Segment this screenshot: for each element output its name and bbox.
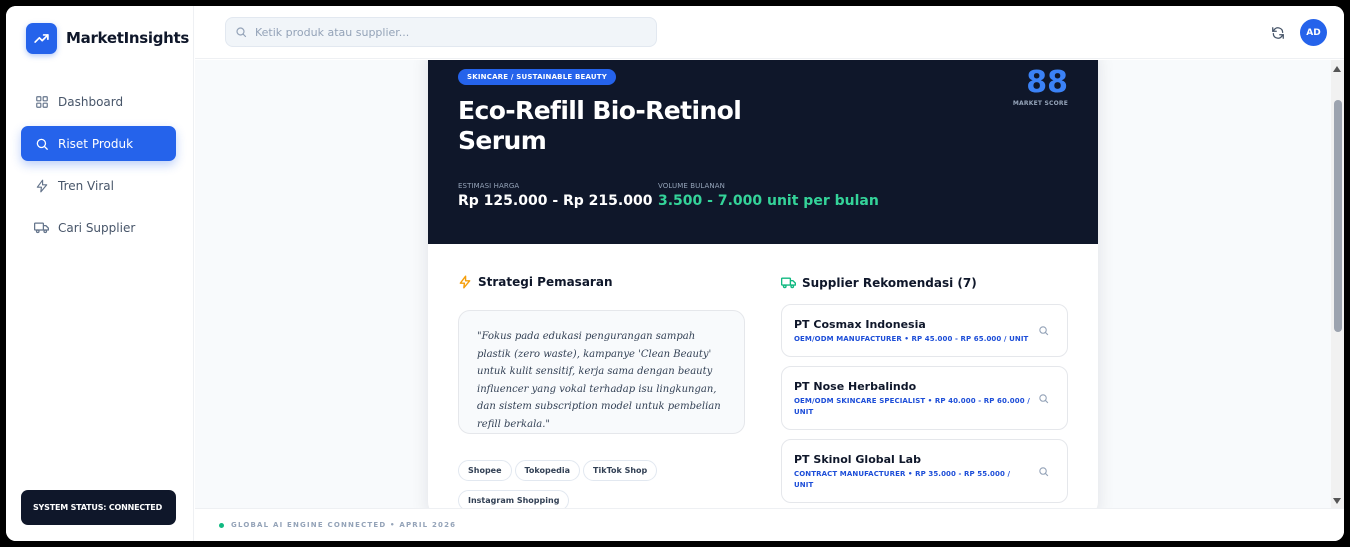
app-name: MarketInsights bbox=[66, 29, 190, 47]
brand[interactable]: MarketInsights bbox=[26, 22, 189, 54]
status-footer: GLOBAL AI ENGINE CONNECTED • APRIL 2026 bbox=[195, 508, 1344, 541]
product-hero: SKINCARE / SUSTAINABLE BEAUTY Eco-Refill… bbox=[428, 60, 1098, 244]
supplier-list: PT Cosmax Indonesia OEM/ODM MANUFACTURER… bbox=[781, 304, 1068, 508]
search-bar[interactable] bbox=[225, 17, 657, 47]
price-stat: ESTIMASI HARGA Rp 125.000 - Rp 215.000 bbox=[458, 182, 652, 209]
supplier-search-button[interactable] bbox=[1031, 459, 1055, 483]
truck-icon bbox=[34, 220, 49, 235]
search-icon bbox=[34, 136, 49, 151]
market-score: 88 MARKET SCORE bbox=[1012, 65, 1068, 108]
search-icon bbox=[1038, 393, 1048, 403]
strategy-heading: Strategi Pemasaran bbox=[458, 275, 612, 289]
sidebar-item-riset-produk[interactable]: Riset Produk bbox=[21, 126, 176, 161]
search-icon bbox=[235, 26, 247, 38]
supplier-meta: OEM/ODM MANUFACTURER • RP 45.000 - RP 65… bbox=[794, 335, 1029, 343]
price-label: ESTIMASI HARGA bbox=[458, 182, 520, 190]
channel-chip[interactable]: Shopee bbox=[458, 460, 512, 481]
app-window: MarketInsights Dashboard Riset Produk Tr… bbox=[6, 6, 1344, 541]
volume-stat: VOLUME BULANAN 3.500 - 7.000 unit per bu… bbox=[658, 182, 879, 209]
supplier-name: PT Skinol Global Lab bbox=[794, 453, 921, 466]
channel-chip[interactable]: Tokopedia bbox=[514, 460, 581, 481]
status-dot-icon bbox=[219, 522, 224, 528]
main-content: SKINCARE / SUSTAINABLE BEAUTY Eco-Refill… bbox=[195, 60, 1333, 508]
lightning-icon bbox=[458, 275, 472, 289]
refresh-button[interactable] bbox=[1268, 23, 1288, 43]
volume-value: 3.500 - 7.000 unit per bulan bbox=[658, 193, 879, 209]
scrollbar-thumb[interactable] bbox=[1334, 100, 1342, 332]
sidebar-nav: Dashboard Riset Produk Tren Viral Cari S… bbox=[21, 84, 176, 252]
supplier-search-button[interactable] bbox=[1031, 319, 1055, 343]
supplier-item[interactable]: PT Nose Herbalindo OEM/ODM SKINCARE SPEC… bbox=[781, 366, 1068, 430]
trending-up-icon bbox=[26, 22, 57, 54]
supplier-name: PT Nose Herbalindo bbox=[794, 380, 917, 393]
sidebar-item-label: Tren Viral bbox=[58, 178, 114, 193]
sidebar: MarketInsights Dashboard Riset Produk Tr… bbox=[6, 6, 194, 541]
strategy-quote: "Fokus pada edukasi pengurangan sampah p… bbox=[458, 310, 745, 434]
price-value: Rp 125.000 - Rp 215.000 bbox=[458, 193, 653, 209]
sidebar-item-label: Dashboard bbox=[58, 94, 124, 109]
category-badge: SKINCARE / SUSTAINABLE BEAUTY bbox=[458, 69, 617, 85]
channel-chip[interactable]: Instagram Shopping bbox=[458, 490, 570, 508]
volume-label: VOLUME BULANAN bbox=[658, 182, 725, 190]
supplier-search-button[interactable] bbox=[1031, 386, 1055, 410]
product-detail-card: SKINCARE / SUSTAINABLE BEAUTY Eco-Refill… bbox=[428, 60, 1098, 508]
strategy-heading-text: Strategi Pemasaran bbox=[478, 275, 613, 289]
search-icon bbox=[1038, 326, 1048, 336]
supplier-meta: CONTRACT MANUFACTURER • RP 35.000 - RP 5… bbox=[794, 470, 1011, 489]
topbar: AD bbox=[195, 6, 1344, 59]
market-score-value: 88 bbox=[1026, 65, 1068, 100]
system-status-badge: SYSTEM STATUS: CONNECTED bbox=[21, 490, 176, 525]
main-scrollbar[interactable] bbox=[1331, 60, 1344, 508]
sidebar-item-label: Riset Produk bbox=[58, 136, 134, 151]
grid-icon bbox=[34, 94, 49, 109]
footer-text: GLOBAL AI ENGINE CONNECTED • APRIL 2026 bbox=[231, 521, 457, 529]
sidebar-item-tren-viral[interactable]: Tren Viral bbox=[21, 168, 176, 203]
supplier-heading-text: Supplier Rekomendasi (7) bbox=[802, 275, 977, 290]
refresh-icon bbox=[1272, 27, 1284, 39]
supplier-heading: Supplier Rekomendasi (7) bbox=[781, 275, 977, 290]
channel-chips: Shopee Tokopedia TikTok Shop Instagram Sho… bbox=[458, 458, 758, 508]
avatar[interactable]: AD bbox=[1300, 19, 1327, 46]
search-input[interactable] bbox=[255, 25, 645, 39]
scroll-down-arrow[interactable] bbox=[1333, 498, 1341, 504]
product-title: Eco-Refill Bio-Retinol Serum bbox=[458, 96, 742, 155]
sidebar-item-dashboard[interactable]: Dashboard bbox=[21, 84, 176, 119]
scroll-up-arrow[interactable] bbox=[1333, 66, 1341, 72]
supplier-meta: OEM/ODM SKINCARE SPECIALIST • RP 40.000 … bbox=[794, 397, 1030, 416]
supplier-name: PT Cosmax Indonesia bbox=[794, 318, 926, 331]
sidebar-item-cari-supplier[interactable]: Cari Supplier bbox=[21, 210, 176, 245]
truck-icon bbox=[781, 275, 796, 290]
supplier-item[interactable]: PT Cosmax Indonesia OEM/ODM MANUFACTURER… bbox=[781, 304, 1068, 357]
market-score-label: MARKET SCORE bbox=[1012, 100, 1068, 107]
supplier-item[interactable]: PT Skinol Global Lab CONTRACT MANUFACTUR… bbox=[781, 439, 1068, 503]
channel-chip[interactable]: TikTok Shop bbox=[583, 460, 658, 481]
sidebar-item-label: Cari Supplier bbox=[58, 220, 136, 235]
lightning-icon bbox=[34, 178, 49, 193]
search-icon bbox=[1038, 466, 1048, 476]
